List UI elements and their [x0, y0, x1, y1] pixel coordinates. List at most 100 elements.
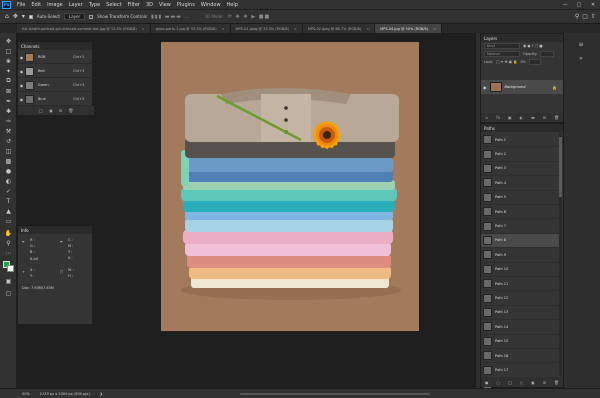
menu-edit[interactable]: Edit — [28, 2, 44, 8]
hand-tool-icon[interactable]: ✋ — [4, 229, 13, 237]
close-icon[interactable]: ✕ — [586, 0, 600, 10]
fx-icon[interactable]: fx — [496, 115, 500, 120]
stroke-path-icon[interactable]: ○ — [496, 380, 500, 385]
menu-view[interactable]: View — [156, 2, 174, 8]
new-channel-icon[interactable]: ⊞ — [59, 108, 62, 113]
blur-tool-icon[interactable]: ● — [4, 167, 13, 175]
screen-mode-icon[interactable]: ▢ — [4, 289, 13, 297]
crop-tool-icon[interactable]: ⧉ — [4, 77, 13, 85]
blend-mode-select[interactable]: Normal — [484, 51, 520, 57]
type-tool-icon[interactable]: T — [4, 197, 13, 205]
path-row[interactable]: Path 14 — [481, 320, 559, 335]
tab-close-icon[interactable]: × — [433, 27, 436, 31]
path-row[interactable]: Path 8 — [481, 233, 559, 249]
eye-icon[interactable]: ◉ — [483, 85, 487, 90]
add-mask-icon[interactable]: ▣ — [531, 380, 535, 385]
eyedropper-tool-icon[interactable]: ✒ — [4, 97, 13, 105]
delete-channel-icon[interactable]: 🗑 — [68, 108, 73, 113]
zoom-level[interactable]: 50% — [22, 392, 30, 396]
delete-layer-icon[interactable]: 🗑 — [554, 115, 559, 120]
quick-mask-icon[interactable]: ▣ — [4, 277, 13, 285]
3d-mode-icons[interactable]: ⟳ ✥ ❖ ▶ ■■ — [228, 14, 271, 20]
load-selection-icon[interactable]: ◯ — [39, 108, 43, 113]
panel-menu-icon[interactable]: ≡ — [574, 41, 588, 48]
fill-path-icon[interactable]: ● — [485, 380, 489, 385]
more-tools-icon[interactable]: ⋯ — [4, 249, 13, 257]
lock-icons[interactable]: □ ✒ ✥ ▣ 🔒 — [496, 60, 517, 64]
menu-help[interactable]: Help — [224, 2, 241, 8]
delete-path-icon[interactable]: 🗑 — [554, 380, 559, 385]
channel-row-blue[interactable]: ◉ Blue Ctrl+5 — [18, 93, 94, 106]
zoom-tool-icon[interactable]: ⚲ — [4, 239, 13, 247]
make-work-path-icon[interactable]: ◇ — [520, 380, 523, 385]
new-layer-icon[interactable]: ⊞ — [543, 115, 546, 120]
quick-select-tool-icon[interactable]: ✦ — [4, 67, 13, 75]
tab-document-2[interactable]: glass-parts-1.jpg @ 33.3% (RGB/8) × — [150, 24, 231, 33]
gradient-tool-icon[interactable]: ▩ — [4, 157, 13, 165]
menu-type[interactable]: Type — [86, 2, 103, 8]
path-row[interactable]: Path 2 — [481, 147, 559, 162]
share-icon[interactable]: ⇧ — [591, 13, 596, 20]
dodge-tool-icon[interactable]: ◐ — [4, 177, 13, 185]
tab-document-3[interactable]: MPS-01.jpeg @ 33.3% (RGB/8) × — [230, 24, 303, 33]
workspace-icon[interactable]: ▢ — [582, 13, 588, 20]
channel-row-rgb[interactable]: ◉ RGB Ctrl+2 — [18, 51, 94, 64]
opacity-field[interactable] — [540, 51, 555, 57]
path-select-tool-icon[interactable]: ▲ — [4, 207, 13, 215]
path-row[interactable]: Path 17 — [481, 363, 559, 378]
move-tool-icon[interactable]: ✥ — [13, 13, 18, 20]
layer-select-dropdown[interactable]: Layer — [64, 13, 86, 20]
history-brush-tool-icon[interactable]: ↺ — [4, 137, 13, 145]
pen-tool-icon[interactable]: ✓ — [4, 187, 13, 195]
tab-close-icon[interactable]: × — [366, 27, 369, 31]
path-row[interactable]: Path 11 — [481, 277, 559, 292]
path-row[interactable]: Path 16 — [481, 349, 559, 364]
tab-close-icon[interactable]: × — [222, 27, 225, 31]
menu-file[interactable]: File — [14, 2, 28, 8]
show-transform-checkbox[interactable] — [89, 14, 94, 19]
path-row[interactable]: Path 6 — [481, 205, 559, 220]
path-row[interactable]: Path 10 — [481, 263, 559, 277]
tab-document-5[interactable]: MPS-04.jpg @ 50% (RGB/8) × — [375, 24, 443, 33]
home-icon[interactable]: ⌂ — [5, 13, 9, 20]
scroll-thumb[interactable] — [559, 137, 562, 197]
path-row[interactable]: Path 3 — [481, 162, 559, 177]
menu-3d[interactable]: 3D — [143, 2, 156, 8]
path-row[interactable]: Path 4 — [481, 176, 559, 191]
save-selection-icon[interactable]: ▣ — [49, 108, 53, 113]
eye-icon[interactable]: ◉ — [18, 83, 25, 88]
path-row[interactable]: Path 15 — [481, 335, 559, 349]
chevron-down-icon[interactable]: ▾ — [22, 13, 25, 20]
minimize-icon[interactable]: — — [558, 0, 572, 10]
path-row[interactable]: Path 9 — [481, 248, 559, 263]
tab-close-icon[interactable]: × — [142, 27, 145, 31]
eye-icon[interactable]: ◉ — [18, 69, 25, 74]
paths-scrollbar[interactable] — [559, 133, 562, 376]
adjustment-icon[interactable]: ◐ — [520, 115, 524, 120]
frame-tool-icon[interactable]: ⊠ — [4, 87, 13, 95]
menu-window[interactable]: Window — [198, 2, 224, 8]
lasso-tool-icon[interactable]: ❀ — [4, 57, 13, 65]
mask-icon[interactable]: ▣ — [508, 115, 512, 120]
menu-filter[interactable]: Filter — [125, 2, 143, 8]
document-image[interactable] — [161, 42, 419, 331]
menu-plugins[interactable]: Plugins — [174, 2, 198, 8]
kind-filter-select[interactable]: Kind — [484, 43, 520, 49]
eye-icon[interactable]: ◉ — [18, 97, 25, 102]
path-row[interactable]: Path 12 — [481, 291, 559, 306]
shape-tool-icon[interactable]: ▭ — [4, 217, 13, 225]
tab-document-4[interactable]: MPS-02.jpeg @ 66.7% (RGB/8) × — [302, 24, 376, 33]
menu-layer[interactable]: Layer — [66, 2, 86, 8]
eraser-tool-icon[interactable]: ◫ — [4, 147, 13, 155]
background-color-swatch[interactable] — [7, 265, 14, 272]
path-row[interactable]: Path 1 — [481, 133, 559, 148]
menu-select[interactable]: Select — [103, 2, 124, 8]
stamp-tool-icon[interactable]: ⚒ — [4, 127, 13, 135]
status-chevron-icon[interactable]: ❯ — [100, 392, 103, 396]
maximize-icon[interactable]: □ — [572, 0, 586, 10]
path-row[interactable]: Path 5 — [481, 191, 559, 205]
path-row[interactable]: Path 13 — [481, 306, 559, 321]
tab-close-icon[interactable]: × — [294, 27, 297, 31]
search-icon[interactable]: ⚲ — [575, 13, 579, 20]
marquee-tool-icon[interactable]: □ — [4, 47, 13, 55]
